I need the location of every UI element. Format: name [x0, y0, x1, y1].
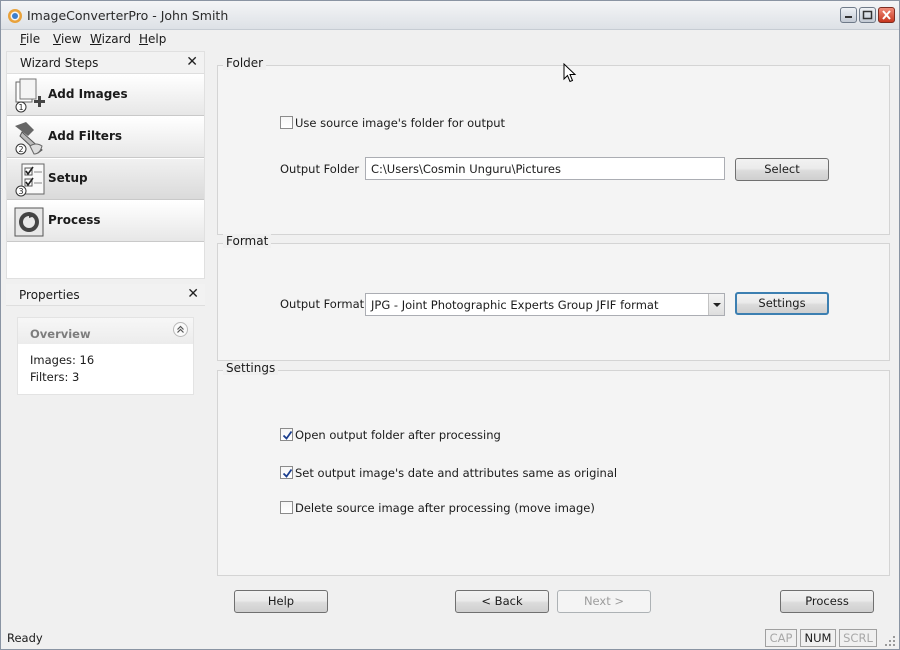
app-logo-icon	[8, 9, 22, 23]
title-bar[interactable]: ImageConverterPro - John Smith	[1, 1, 899, 30]
properties-title: Properties	[19, 288, 80, 302]
images-count: Images: 16	[30, 353, 95, 367]
status-text: Ready	[7, 631, 43, 645]
settings-group: Settings Open output folder after proces…	[217, 361, 890, 576]
scroll-lock-indicator: SCRL	[839, 629, 877, 647]
output-folder-input[interactable]: C:\Users\Cosmin Unguru\Pictures	[365, 157, 725, 180]
close-icon	[882, 10, 891, 20]
add-images-icon: 1	[15, 78, 45, 113]
num-lock-indicator: NUM	[800, 629, 836, 647]
delete-source-label: Delete source image after processing (mo…	[295, 501, 595, 515]
status-bar: Ready CAP NUM SCRL	[1, 627, 899, 649]
step-label: Add Images	[48, 87, 128, 101]
close-pane-icon[interactable]: ✕	[187, 286, 199, 302]
step-setup[interactable]: 3 Setup	[7, 159, 204, 200]
wizard-steps-header: Wizard Steps ✕	[7, 52, 204, 74]
overview-header[interactable]: Overview	[18, 318, 193, 344]
process-button[interactable]: Process	[780, 590, 874, 613]
menu-wizard[interactable]: Wizard	[90, 32, 131, 46]
minimize-icon	[845, 16, 852, 18]
menu-view[interactable]: View	[53, 32, 81, 46]
overview-panel: Overview Images: 16 Filters: 3	[17, 317, 194, 395]
output-format-value: JPG - Joint Photographic Experts Group J…	[371, 298, 659, 312]
next-button[interactable]: Next >	[557, 590, 651, 613]
dropdown-button[interactable]	[708, 294, 724, 315]
output-format-label: Output Format	[280, 297, 365, 311]
resize-grip-icon[interactable]	[884, 635, 896, 647]
menu-bar: File View Wizard Help	[1, 30, 899, 50]
delete-source-checkbox[interactable]	[280, 501, 293, 514]
select-folder-button[interactable]: Select	[735, 158, 829, 181]
output-folder-label: Output Folder	[280, 162, 360, 176]
filters-count: Filters: 3	[30, 370, 80, 384]
menu-file[interactable]: File	[20, 32, 40, 46]
folder-group-label: Folder	[223, 56, 267, 70]
keep-attributes-checkbox[interactable]	[280, 466, 293, 479]
wizard-steps-pane: Wizard Steps ✕ 1 Add Images 2 Add Filter…	[6, 51, 205, 279]
properties-pane: Properties ✕ Overview Images: 16 Filters…	[6, 284, 205, 627]
checkmark-icon	[282, 468, 293, 478]
minimize-button[interactable]	[840, 7, 857, 23]
maximize-button[interactable]	[859, 7, 876, 23]
wizard-steps-title: Wizard Steps	[20, 56, 99, 70]
add-filters-icon: 2	[15, 122, 43, 155]
output-format-select[interactable]: JPG - Joint Photographic Experts Group J…	[365, 293, 725, 316]
step-add-filters[interactable]: 2 Add Filters	[7, 117, 204, 158]
format-settings-button[interactable]: Settings	[735, 292, 829, 315]
collapse-icon[interactable]	[173, 322, 188, 337]
open-output-folder-label: Open output folder after processing	[295, 428, 501, 442]
settings-group-label: Settings	[223, 361, 279, 375]
maximize-icon	[862, 10, 873, 20]
menu-help[interactable]: Help	[139, 32, 166, 46]
keep-attributes-label: Set output image's date and attributes s…	[295, 466, 618, 480]
chevron-down-icon	[713, 303, 721, 307]
svg-text:2: 2	[18, 145, 23, 154]
process-icon	[14, 207, 44, 237]
caps-lock-indicator: CAP	[765, 629, 797, 647]
properties-header: Properties ✕	[6, 284, 205, 306]
step-label: Setup	[48, 171, 88, 185]
step-label: Process	[48, 213, 101, 227]
folder-group: Folder Use source image's folder for out…	[217, 56, 890, 235]
format-group: Format Output Format JPG - Joint Photogr…	[217, 234, 890, 361]
back-button[interactable]: < Back	[455, 590, 549, 613]
step-process[interactable]: Process	[7, 201, 204, 242]
mouse-cursor-icon	[563, 63, 577, 83]
step-label: Add Filters	[48, 129, 123, 143]
help-button[interactable]: Help	[234, 590, 328, 613]
svg-text:3: 3	[18, 187, 23, 196]
overview-title: Overview	[30, 327, 91, 341]
close-pane-icon[interactable]: ✕	[186, 54, 198, 70]
svg-text:1: 1	[18, 103, 23, 112]
format-group-label: Format	[223, 234, 272, 248]
use-source-folder-checkbox[interactable]	[280, 116, 293, 129]
setup-icon: 3	[15, 163, 45, 197]
open-output-folder-checkbox[interactable]	[280, 428, 293, 441]
window-title: ImageConverterPro - John Smith	[27, 8, 229, 23]
app-window: ImageConverterPro - John Smith File View…	[0, 0, 900, 650]
step-add-images[interactable]: 1 Add Images	[7, 75, 204, 116]
close-window-button[interactable]	[878, 7, 895, 23]
checkmark-icon	[282, 430, 293, 440]
use-source-folder-label: Use source image's folder for output	[295, 116, 506, 130]
